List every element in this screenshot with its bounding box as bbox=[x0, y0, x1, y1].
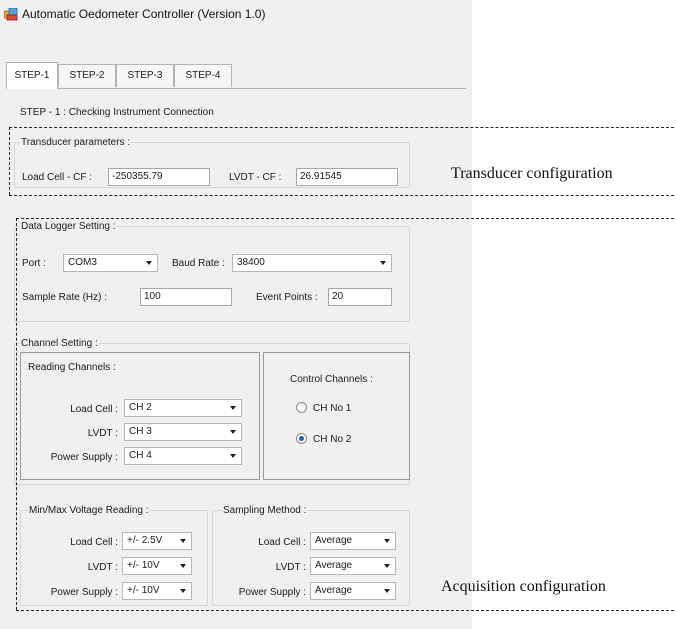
sampling-power-supply-select[interactable]: Average bbox=[310, 582, 396, 600]
lvdt-cf-input[interactable]: 26.91545 bbox=[296, 168, 398, 186]
reading-power-supply-label: Power Supply : bbox=[50, 452, 118, 463]
voltage-power-supply-value: +/- 10V bbox=[127, 585, 160, 596]
data-logger-group bbox=[14, 226, 410, 322]
voltage-reading-label: Min/Max Voltage Reading : bbox=[28, 505, 150, 516]
control-channels-label: Control Channels : bbox=[290, 374, 373, 385]
baud-rate-select[interactable]: 38400 bbox=[232, 254, 392, 272]
control-channels-group bbox=[263, 352, 410, 480]
ch-no-2-label: CH No 2 bbox=[313, 434, 352, 445]
sampling-power-supply-value: Average bbox=[315, 585, 353, 596]
transducer-configuration-annotation: Transducer configuration bbox=[451, 165, 613, 182]
reading-load-cell-value: CH 2 bbox=[129, 402, 152, 413]
port-value: COM3 bbox=[68, 257, 97, 268]
reading-lvdt-select[interactable]: CH 3 bbox=[124, 423, 242, 441]
sample-rate-input[interactable]: 100 bbox=[140, 288, 232, 306]
chevron-down-icon bbox=[180, 589, 186, 593]
voltage-lvdt-select[interactable]: +/- 10V bbox=[122, 557, 192, 575]
reading-power-supply-select[interactable]: CH 4 bbox=[124, 447, 242, 465]
tab-divider bbox=[6, 88, 466, 89]
load-cell-cf-input[interactable]: -250355.79 bbox=[108, 168, 210, 186]
chevron-down-icon bbox=[384, 589, 390, 593]
voltage-lvdt-label: LVDT : bbox=[87, 562, 118, 573]
tab-step-4[interactable]: STEP-4 bbox=[174, 64, 232, 87]
lvdt-cf-label: LVDT - CF : bbox=[229, 172, 282, 183]
sampling-load-cell-label: Load Cell : bbox=[258, 537, 306, 548]
voltage-load-cell-value: +/- 2.5V bbox=[127, 535, 163, 546]
app-icon bbox=[4, 8, 18, 21]
chevron-down-icon bbox=[384, 539, 390, 543]
radio-selected-dot bbox=[299, 436, 304, 441]
window-title: Automatic Oedometer Controller (Version … bbox=[22, 7, 266, 21]
sampling-lvdt-label: LVDT : bbox=[275, 562, 306, 573]
voltage-power-supply-select[interactable]: +/- 10V bbox=[122, 582, 192, 600]
sampling-load-cell-select[interactable]: Average bbox=[310, 532, 396, 550]
chevron-down-icon bbox=[384, 564, 390, 568]
reading-lvdt-value: CH 3 bbox=[129, 426, 152, 437]
tab-step-1[interactable]: STEP-1 bbox=[6, 62, 58, 89]
acquisition-box-top-edge bbox=[16, 218, 674, 219]
chevron-down-icon bbox=[380, 261, 386, 265]
chevron-down-icon bbox=[180, 564, 186, 568]
data-logger-label: Data Logger Setting : bbox=[20, 221, 117, 232]
voltage-lvdt-value: +/- 10V bbox=[127, 560, 160, 571]
event-points-label: Event Points : bbox=[256, 292, 318, 303]
voltage-power-supply-label: Power Supply : bbox=[50, 587, 118, 598]
event-points-input[interactable]: 20 bbox=[328, 288, 392, 306]
ch-no-2-radio[interactable] bbox=[296, 433, 307, 444]
sampling-lvdt-select[interactable]: Average bbox=[310, 557, 396, 575]
baud-rate-value: 38400 bbox=[237, 257, 265, 268]
reading-load-cell-label: Load Cell : bbox=[70, 404, 118, 415]
load-cell-cf-label: Load Cell - CF : bbox=[22, 172, 93, 183]
acquisition-box-bottom-edge bbox=[16, 610, 674, 611]
chevron-down-icon bbox=[230, 406, 236, 410]
transducer-box-bottom-edge bbox=[9, 195, 674, 196]
reading-lvdt-label: LVDT : bbox=[87, 428, 118, 439]
transducer-box-left-edge bbox=[9, 127, 10, 195]
voltage-load-cell-label: Load Cell : bbox=[70, 537, 118, 548]
transducer-box-top-edge bbox=[9, 127, 674, 128]
chevron-down-icon bbox=[146, 261, 152, 265]
step-title: STEP - 1 : Checking Instrument Connectio… bbox=[20, 107, 214, 118]
baud-rate-label: Baud Rate : bbox=[172, 258, 225, 269]
ch-no-1-radio[interactable] bbox=[296, 402, 307, 413]
channel-setting-label: Channel Setting : bbox=[20, 338, 99, 349]
sample-rate-label: Sample Rate (Hz) : bbox=[22, 292, 108, 303]
chevron-down-icon bbox=[230, 430, 236, 434]
transducer-parameters-label: Transducer parameters : bbox=[20, 137, 132, 148]
sampling-load-cell-value: Average bbox=[315, 535, 353, 546]
voltage-load-cell-select[interactable]: +/- 2.5V bbox=[122, 532, 192, 550]
port-label: Port : bbox=[22, 258, 46, 269]
sampling-power-supply-label: Power Supply : bbox=[238, 587, 306, 598]
acquisition-box-left-edge bbox=[16, 218, 17, 610]
sampling-method-label: Sampling Method : bbox=[222, 505, 308, 516]
sampling-lvdt-value: Average bbox=[315, 560, 353, 571]
chevron-down-icon bbox=[230, 454, 236, 458]
tab-step-2[interactable]: STEP-2 bbox=[58, 64, 116, 87]
reading-channels-label: Reading Channels : bbox=[28, 362, 116, 373]
application-window: Automatic Oedometer Controller (Version … bbox=[0, 0, 472, 629]
reading-power-supply-value: CH 4 bbox=[129, 450, 152, 461]
acquisition-configuration-annotation: Acquisition configuration bbox=[441, 578, 606, 595]
ch-no-1-label: CH No 1 bbox=[313, 403, 352, 414]
port-select[interactable]: COM3 bbox=[63, 254, 158, 272]
chevron-down-icon bbox=[180, 539, 186, 543]
reading-load-cell-select[interactable]: CH 2 bbox=[124, 399, 242, 417]
title-bar: Automatic Oedometer Controller (Version … bbox=[0, 0, 472, 28]
tab-step-3[interactable]: STEP-3 bbox=[116, 64, 174, 87]
